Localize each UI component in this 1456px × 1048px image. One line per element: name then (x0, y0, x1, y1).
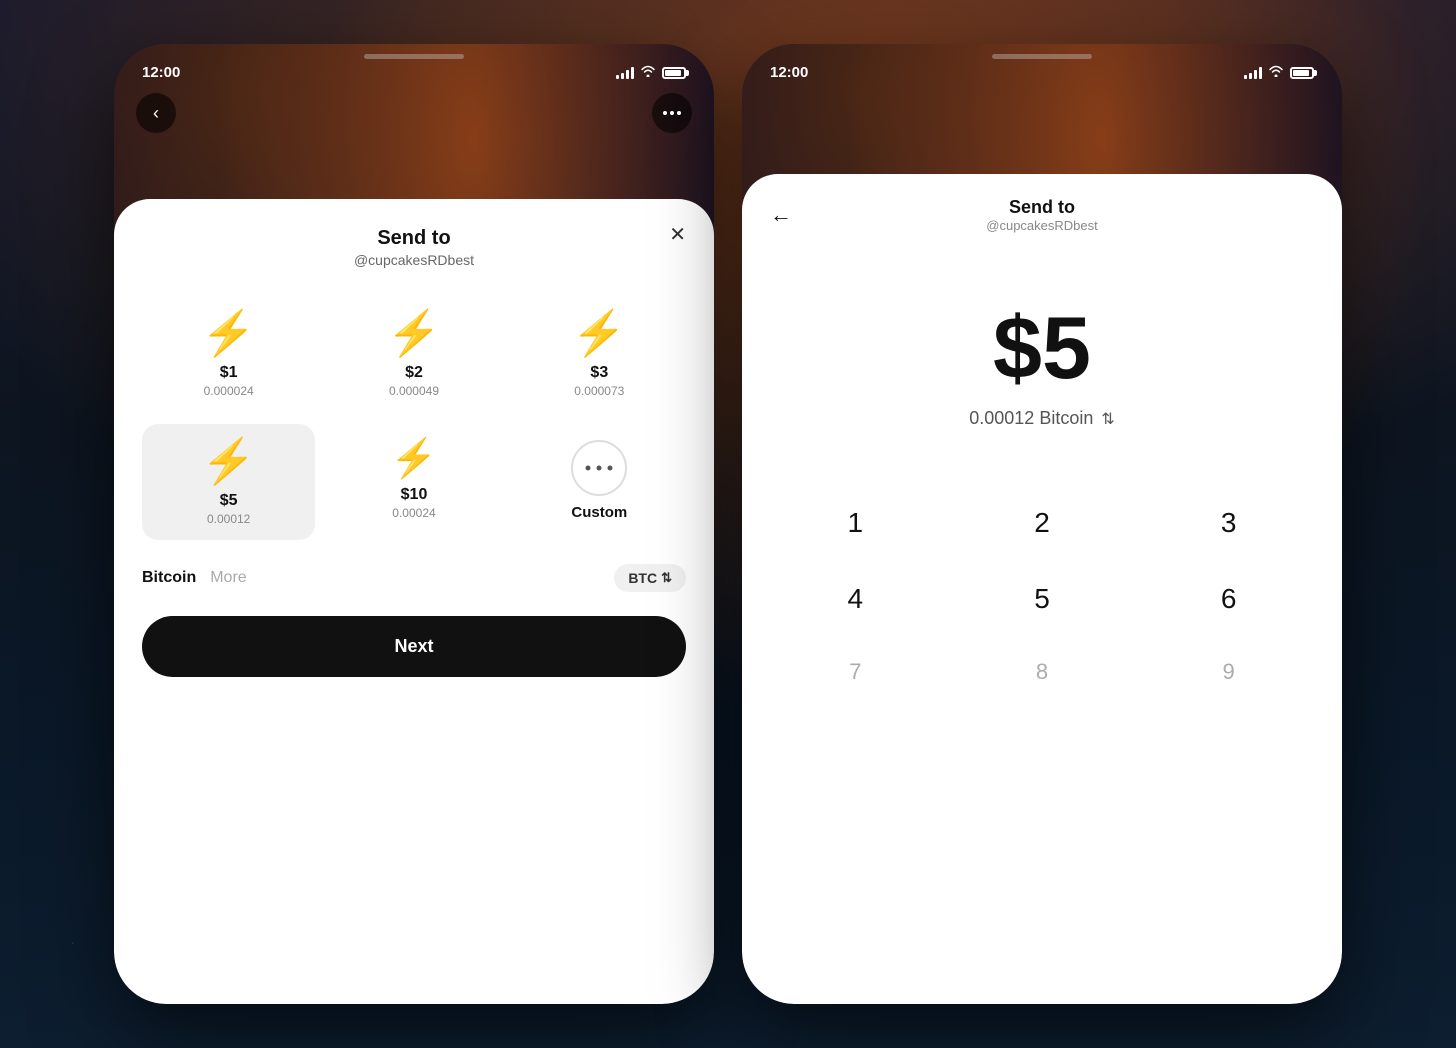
currency-tab-group: Bitcoin More (142, 569, 247, 587)
amount-usd-5: $5 (220, 492, 238, 510)
amount-btc-3: 0.000073 (574, 384, 624, 398)
lightning-icon-10: ⚡ (390, 440, 437, 478)
phone2-title: Send to (986, 197, 1097, 218)
phone1-notch (364, 54, 464, 59)
amount-usd-2: $2 (405, 364, 423, 382)
btc-amount-row: 0.00012 Bitcoin ⇅ (969, 408, 1115, 429)
battery-icon (662, 67, 686, 79)
phone2-time: 12:00 (770, 64, 808, 81)
numpad-key-4[interactable]: 4 (762, 565, 949, 633)
numpad-key-9[interactable]: 9 (1135, 641, 1322, 703)
btc-badge-label: BTC (628, 570, 657, 586)
phone1-nav: ‹ (114, 89, 714, 143)
phone1-white-card: ✕ Send to @cupcakesRDbest ⚡ $1 0.000024 … (114, 199, 714, 1004)
amount-item-3[interactable]: ⚡ $3 0.000073 (513, 296, 686, 412)
numpad-key-2[interactable]: 2 (949, 489, 1136, 557)
numpad-row-3: 7 8 9 (762, 641, 1322, 703)
phone1-subtitle: @cupcakesRDbest (142, 252, 686, 268)
amount-item-1[interactable]: ⚡ $1 0.000024 (142, 296, 315, 412)
lightning-icon-2: ⚡ (387, 312, 442, 356)
numpad: 1 2 3 4 5 6 7 8 9 (742, 469, 1342, 703)
swap-arrows-icon: ⇅ (661, 570, 672, 586)
btc-equivalent-text: 0.00012 Bitcoin (969, 408, 1093, 429)
phone1-back-button[interactable]: ‹ (136, 93, 176, 133)
wifi-icon (640, 65, 656, 80)
amount-grid: ⚡ $1 0.000024 ⚡ $2 0.000049 ⚡ $3 0.00007… (142, 296, 686, 540)
phone1-card-header: Send to @cupcakesRDbest (142, 227, 686, 268)
amount-btc-2: 0.000049 (389, 384, 439, 398)
custom-label: Custom (571, 504, 627, 521)
phone2-header: ← Send to @cupcakesRDbest (742, 194, 1342, 244)
numpad-row-1: 1 2 3 (762, 489, 1322, 557)
more-tab[interactable]: More (210, 569, 246, 587)
phone2-signal-icon (1244, 67, 1262, 79)
phone1-status-icons (616, 65, 686, 80)
phone2-notch (992, 54, 1092, 59)
numpad-key-8[interactable]: 8 (949, 641, 1136, 703)
btc-badge[interactable]: BTC ⇅ (614, 564, 686, 592)
numpad-key-1[interactable]: 1 (762, 489, 949, 557)
btc-swap-icon[interactable]: ⇅ (1101, 409, 1114, 429)
phone2-battery-icon (1290, 67, 1314, 79)
lightning-icon-5: ⚡ (201, 440, 256, 484)
phone2-subtitle: @cupcakesRDbest (986, 218, 1097, 233)
phone2-title-block: Send to @cupcakesRDbest (986, 197, 1097, 233)
numpad-key-5[interactable]: 5 (949, 565, 1136, 633)
bitcoin-tab[interactable]: Bitcoin (142, 569, 196, 587)
numpad-key-3[interactable]: 3 (1135, 489, 1322, 557)
phone2-white-card: ← Send to @cupcakesRDbest $5 0.00012 Bit… (742, 174, 1342, 1004)
amount-usd-1: $1 (220, 364, 238, 382)
close-button[interactable]: ✕ (669, 225, 686, 245)
phone2-status-bar: 12:00 (742, 44, 1342, 89)
amount-btc-1: 0.000024 (204, 384, 254, 398)
amount-btc-5: 0.00012 (207, 512, 250, 526)
phone2-wifi-icon (1268, 65, 1284, 80)
lightning-icon-1: ⚡ (201, 312, 256, 356)
numpad-row-2: 4 5 6 (762, 565, 1322, 633)
numpad-key-6[interactable]: 6 (1135, 565, 1322, 633)
custom-amount-button[interactable]: Custom (513, 424, 686, 540)
phone2-status-icons (1244, 65, 1314, 80)
phone1-title: Send to (142, 227, 686, 250)
next-button[interactable]: Next (142, 616, 686, 677)
big-amount-display: $5 (993, 304, 1091, 392)
amount-usd-3: $3 (590, 364, 608, 382)
amount-item-10[interactable]: ⚡ $10 0.00024 (327, 424, 500, 540)
custom-dots-icon (571, 440, 627, 496)
amount-item-5[interactable]: ⚡ $5 0.00012 (142, 424, 315, 540)
phone2: 12:00 ← Send (742, 44, 1342, 1004)
big-amount-container: $5 0.00012 Bitcoin ⇅ (742, 244, 1342, 469)
amount-usd-10: $10 (401, 486, 428, 504)
lightning-icon-3: ⚡ (572, 312, 627, 356)
phone1: 12:00 ‹ (114, 44, 714, 1004)
phone2-back-button[interactable]: ← (770, 202, 792, 228)
phone1-status-bar: 12:00 (114, 44, 714, 89)
currency-tabs: Bitcoin More BTC ⇅ (142, 564, 686, 592)
signal-icon (616, 67, 634, 79)
numpad-key-7[interactable]: 7 (762, 641, 949, 703)
amount-btc-10: 0.00024 (392, 506, 435, 520)
amount-item-2[interactable]: ⚡ $2 0.000049 (327, 296, 500, 412)
phones-container: 12:00 ‹ (114, 44, 1342, 1004)
phone1-time: 12:00 (142, 64, 180, 81)
phone1-more-button[interactable] (652, 93, 692, 133)
